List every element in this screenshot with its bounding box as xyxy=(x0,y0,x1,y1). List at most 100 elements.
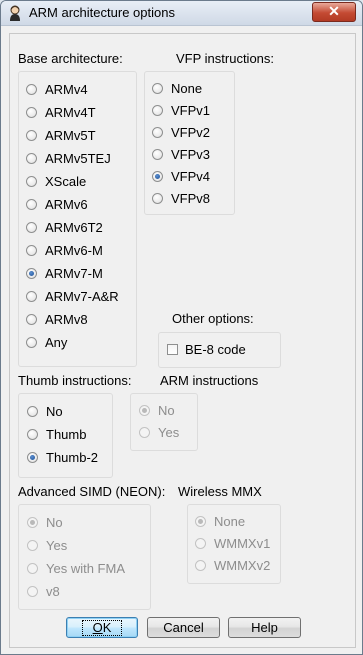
radio-button-icon[interactable] xyxy=(152,104,163,116)
base-architecture-option[interactable]: ARMv4T xyxy=(26,103,96,121)
radio-button-icon xyxy=(195,537,206,549)
radio-option-label: No xyxy=(46,403,63,419)
radio-option-label: None xyxy=(171,80,203,96)
radio-button-icon[interactable] xyxy=(26,106,37,118)
radio-option-label: None xyxy=(214,513,246,529)
radio-button-icon[interactable] xyxy=(27,428,38,440)
advanced-simd-option: Yes xyxy=(27,536,67,554)
base-architecture-option[interactable]: ARMv6 xyxy=(26,195,88,213)
ok-label-rest: K xyxy=(102,620,112,635)
vfp-instructions-label: VFP instructions: xyxy=(176,51,275,66)
radio-option-label: ARMv5TEJ xyxy=(45,150,111,166)
radio-button-icon[interactable] xyxy=(152,170,163,182)
radio-button-icon[interactable] xyxy=(27,405,38,417)
close-button[interactable]: ✕ xyxy=(312,2,356,22)
radio-option-label: Any xyxy=(45,334,68,350)
radio-button-icon xyxy=(27,585,38,597)
radio-option-label: VFPv2 xyxy=(171,124,211,140)
thumb-instructions-option[interactable]: Thumb-2 xyxy=(27,448,98,466)
arm-instructions-option: Yes xyxy=(139,423,179,441)
base-architecture-option[interactable]: ARMv5T xyxy=(26,126,96,144)
advanced-simd-option: v8 xyxy=(27,582,60,600)
radio-option-label: WMMXv2 xyxy=(214,557,271,573)
radio-option-label: ARMv7-A&R xyxy=(45,288,119,304)
vfp-instructions-option[interactable]: VFPv3 xyxy=(152,145,210,163)
radio-button-icon[interactable] xyxy=(26,83,37,95)
advanced-simd-label: Advanced SIMD (NEON): xyxy=(18,484,166,499)
radio-button-icon[interactable] xyxy=(27,451,38,463)
vfp-instructions-option[interactable]: VFPv2 xyxy=(152,123,210,141)
base-architecture-option[interactable]: Any xyxy=(26,333,67,351)
radio-option-label: No xyxy=(46,514,63,530)
radio-option-label: XScale xyxy=(45,173,87,189)
radio-option-label: WMMXv1 xyxy=(214,535,271,551)
base-architecture-option[interactable]: ARMv6T2 xyxy=(26,218,103,236)
cancel-button[interactable]: Cancel xyxy=(147,617,220,638)
base-architecture-option[interactable]: ARMv5TEJ xyxy=(26,149,111,167)
radio-option-label: Yes xyxy=(158,424,180,440)
radio-option-label: Thumb xyxy=(46,426,87,442)
radio-button-icon[interactable] xyxy=(26,198,37,210)
radio-button-icon[interactable] xyxy=(26,175,37,187)
close-icon: ✕ xyxy=(328,3,340,19)
radio-button-icon[interactable] xyxy=(26,129,37,141)
advanced-simd-option: No xyxy=(27,513,63,531)
app-person-icon xyxy=(10,5,20,21)
dialog-client-area: Base architecture: ARMv4 ARMv4T ARMv5T ARMv… xyxy=(9,33,356,648)
base-architecture-label: Base architecture: xyxy=(18,51,123,66)
vfp-instructions-option[interactable]: VFPv8 xyxy=(152,189,210,207)
wireless-mmx-label: Wireless MMX xyxy=(178,484,262,499)
radio-option-label: ARMv4T xyxy=(45,104,96,120)
radio-option-label: VFPv1 xyxy=(171,102,211,118)
radio-button-icon[interactable] xyxy=(152,126,163,138)
wireless-mmx-option: WMMXv2 xyxy=(195,556,270,574)
base-architecture-option[interactable]: XScale xyxy=(26,172,86,190)
help-button[interactable]: Help xyxy=(228,617,301,638)
advanced-simd-option: Yes with FMA xyxy=(27,559,125,577)
title-bar[interactable]: ARM architecture options ✕ xyxy=(1,1,362,26)
radio-option-label: Yes xyxy=(46,537,68,553)
ok-button-focus: OK xyxy=(81,620,123,636)
ok-button[interactable]: OK xyxy=(66,617,138,638)
radio-button-icon[interactable] xyxy=(26,290,37,302)
radio-button-icon[interactable] xyxy=(152,82,163,94)
base-architecture-option[interactable]: ARMv7-M xyxy=(26,264,103,282)
radio-option-label: VFPv8 xyxy=(171,190,211,206)
radio-button-icon[interactable] xyxy=(26,152,37,164)
radio-button-icon xyxy=(27,562,38,574)
radio-option-label: Yes with FMA xyxy=(46,560,125,576)
base-architecture-option[interactable]: ARMv8 xyxy=(26,310,88,328)
radio-option-label: ARMv8 xyxy=(45,311,88,327)
be8-code-checkbox[interactable]: BE-8 code xyxy=(167,342,246,357)
be8-checkbox-box[interactable] xyxy=(167,344,178,355)
thumb-instructions-label: Thumb instructions: xyxy=(18,373,132,388)
radio-button-icon[interactable] xyxy=(26,336,37,348)
vfp-instructions-option[interactable]: VFPv1 xyxy=(152,101,210,119)
vfp-instructions-option[interactable]: VFPv4 xyxy=(152,167,210,185)
radio-button-icon[interactable] xyxy=(26,221,37,233)
other-options-label: Other options: xyxy=(172,311,254,326)
radio-option-label: VFPv3 xyxy=(171,146,211,162)
radio-button-icon[interactable] xyxy=(26,267,37,279)
radio-button-icon xyxy=(195,559,206,571)
vfp-instructions-option[interactable]: None xyxy=(152,79,202,97)
radio-button-icon[interactable] xyxy=(26,313,37,325)
radio-button-icon[interactable] xyxy=(152,148,163,160)
base-architecture-option[interactable]: ARMv7-A&R xyxy=(26,287,119,305)
window-title: ARM architecture options xyxy=(29,5,175,20)
be8-code-label: BE-8 code xyxy=(185,342,246,357)
base-architecture-option[interactable]: ARMv6-M xyxy=(26,241,103,259)
base-architecture-option[interactable]: ARMv4 xyxy=(26,80,88,98)
radio-button-icon[interactable] xyxy=(26,244,37,256)
radio-option-label: VFPv4 xyxy=(171,168,211,184)
radio-option-label: v8 xyxy=(46,583,60,599)
radio-option-label: ARMv6T2 xyxy=(45,219,103,235)
radio-button-icon[interactable] xyxy=(152,192,163,204)
thumb-instructions-option[interactable]: Thumb xyxy=(27,425,86,443)
radio-option-label: ARMv4 xyxy=(45,81,88,97)
thumb-instructions-option[interactable]: No xyxy=(27,402,63,420)
radio-button-icon xyxy=(27,516,38,528)
radio-option-label: ARMv7-M xyxy=(45,265,103,281)
arm-instructions-label: ARM instructions xyxy=(160,373,259,388)
radio-option-label: ARMv5T xyxy=(45,127,96,143)
